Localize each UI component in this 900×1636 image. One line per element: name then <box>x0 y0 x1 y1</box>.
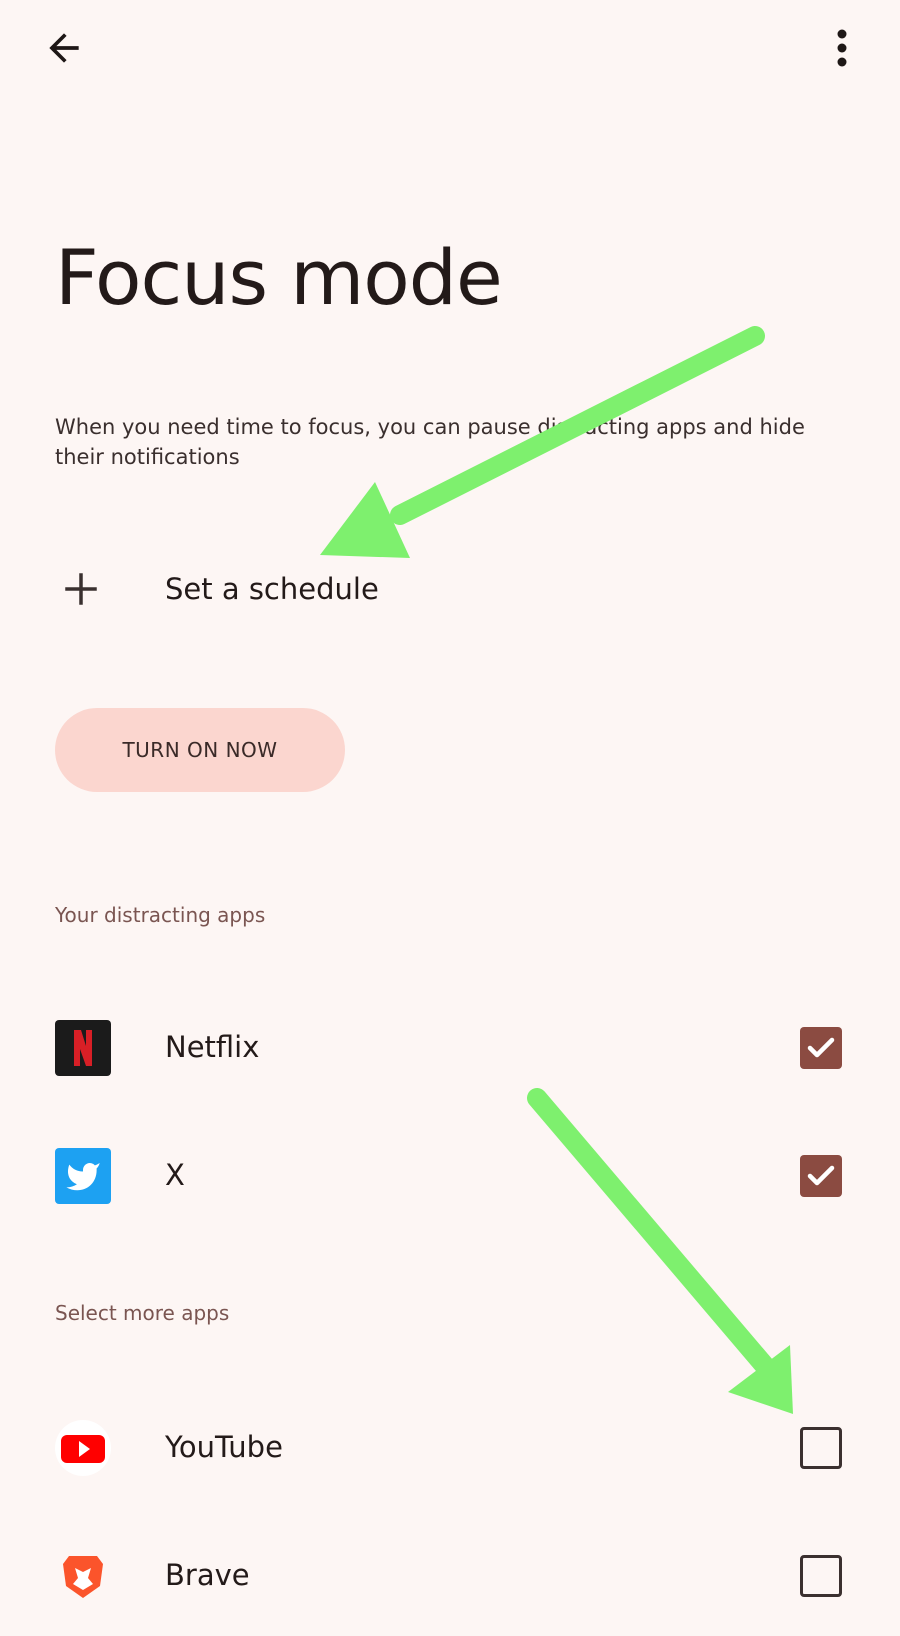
app-row-youtube[interactable]: YouTube <box>0 1388 900 1508</box>
page-description: When you need time to focus, you can pau… <box>55 415 805 469</box>
turn-on-now-button[interactable]: TURN ON NOW <box>55 708 345 792</box>
brave-lion-icon <box>55 1548 111 1604</box>
app-row-brave[interactable]: Brave <box>0 1516 900 1636</box>
more-vert-icon <box>837 29 847 67</box>
plus-icon <box>65 573 97 605</box>
page-title: Focus mode <box>55 233 503 322</box>
set-schedule-row[interactable]: Set a schedule <box>0 540 900 652</box>
back-button[interactable] <box>34 18 94 78</box>
app-name: Brave <box>165 1558 250 1592</box>
app-name: Netflix <box>165 1030 260 1064</box>
checkbox-youtube[interactable] <box>800 1427 842 1469</box>
youtube-icon <box>55 1420 111 1476</box>
app-name: YouTube <box>165 1430 283 1464</box>
section-header-more-apps: Select more apps <box>55 1301 230 1325</box>
set-schedule-label: Set a schedule <box>165 572 379 606</box>
arrow-back-icon <box>49 33 79 63</box>
app-row-netflix[interactable]: Netflix <box>0 988 900 1108</box>
twitter-bird-icon <box>55 1148 111 1204</box>
netflix-icon <box>55 1020 111 1076</box>
app-row-x[interactable]: X <box>0 1116 900 1236</box>
section-header-distracting-apps: Your distracting apps <box>55 903 266 927</box>
more-options-button[interactable] <box>812 18 872 78</box>
checkbox-brave[interactable] <box>800 1555 842 1597</box>
checkbox-x[interactable] <box>800 1155 842 1197</box>
checkbox-netflix[interactable] <box>800 1027 842 1069</box>
app-name: X <box>165 1158 185 1192</box>
